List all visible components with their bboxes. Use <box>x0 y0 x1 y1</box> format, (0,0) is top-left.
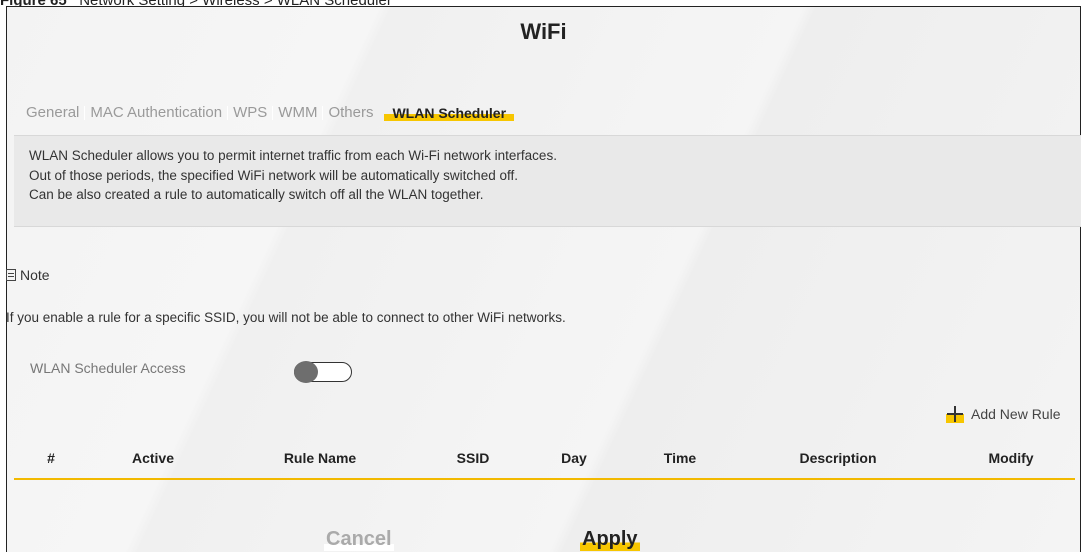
column-header-day: Day <box>561 450 587 466</box>
column-header-rule-name: Rule Name <box>283 450 357 466</box>
plus-icon <box>946 405 964 423</box>
tab-mac-authentication[interactable]: MAC Authentication <box>85 104 227 121</box>
add-new-rule-button[interactable]: Add New Rule <box>946 405 1061 423</box>
tab-others[interactable]: Others <box>323 104 378 121</box>
description-line: WLAN Scheduler allows you to permit inte… <box>29 148 557 163</box>
page-title: WiFi <box>520 19 567 44</box>
column-header-description: Description <box>799 450 877 466</box>
toggle-knob <box>294 361 318 383</box>
tab-bar: General MAC Authentication WPS WMM Other… <box>21 104 515 121</box>
tab-wmm[interactable]: WMM <box>273 104 322 121</box>
add-new-rule-label: Add New Rule <box>971 406 1061 422</box>
column-header-ssid: SSID <box>456 450 490 466</box>
note-heading: Note <box>6 267 50 283</box>
description-line: Can be also created a rule to automatica… <box>29 187 484 202</box>
tab-wlan-scheduler[interactable]: WLAN Scheduler <box>384 104 515 121</box>
scheduler-access-toggle[interactable] <box>294 361 352 383</box>
note-text: If you enable a rule for a specific SSID… <box>6 310 566 325</box>
note-icon <box>6 269 16 281</box>
tab-general[interactable]: General <box>21 104 84 121</box>
rules-table-header: # Active Rule Name SSID Day Time Descrip… <box>14 438 1075 480</box>
column-header-time: Time <box>663 450 697 466</box>
description-box: WLAN Scheduler allows you to permit inte… <box>14 135 1081 227</box>
tab-wps[interactable]: WPS <box>228 104 272 121</box>
note-title: Note <box>20 267 50 283</box>
description-line: Out of those periods, the specified WiFi… <box>29 167 518 183</box>
column-header-number: # <box>47 450 55 466</box>
column-header-modify: Modify <box>988 450 1034 466</box>
scheduler-access-label: WLAN Scheduler Access <box>30 360 186 376</box>
cancel-button[interactable]: Cancel <box>324 528 394 551</box>
column-header-active: Active <box>131 450 175 466</box>
apply-button[interactable]: Apply <box>580 528 640 551</box>
